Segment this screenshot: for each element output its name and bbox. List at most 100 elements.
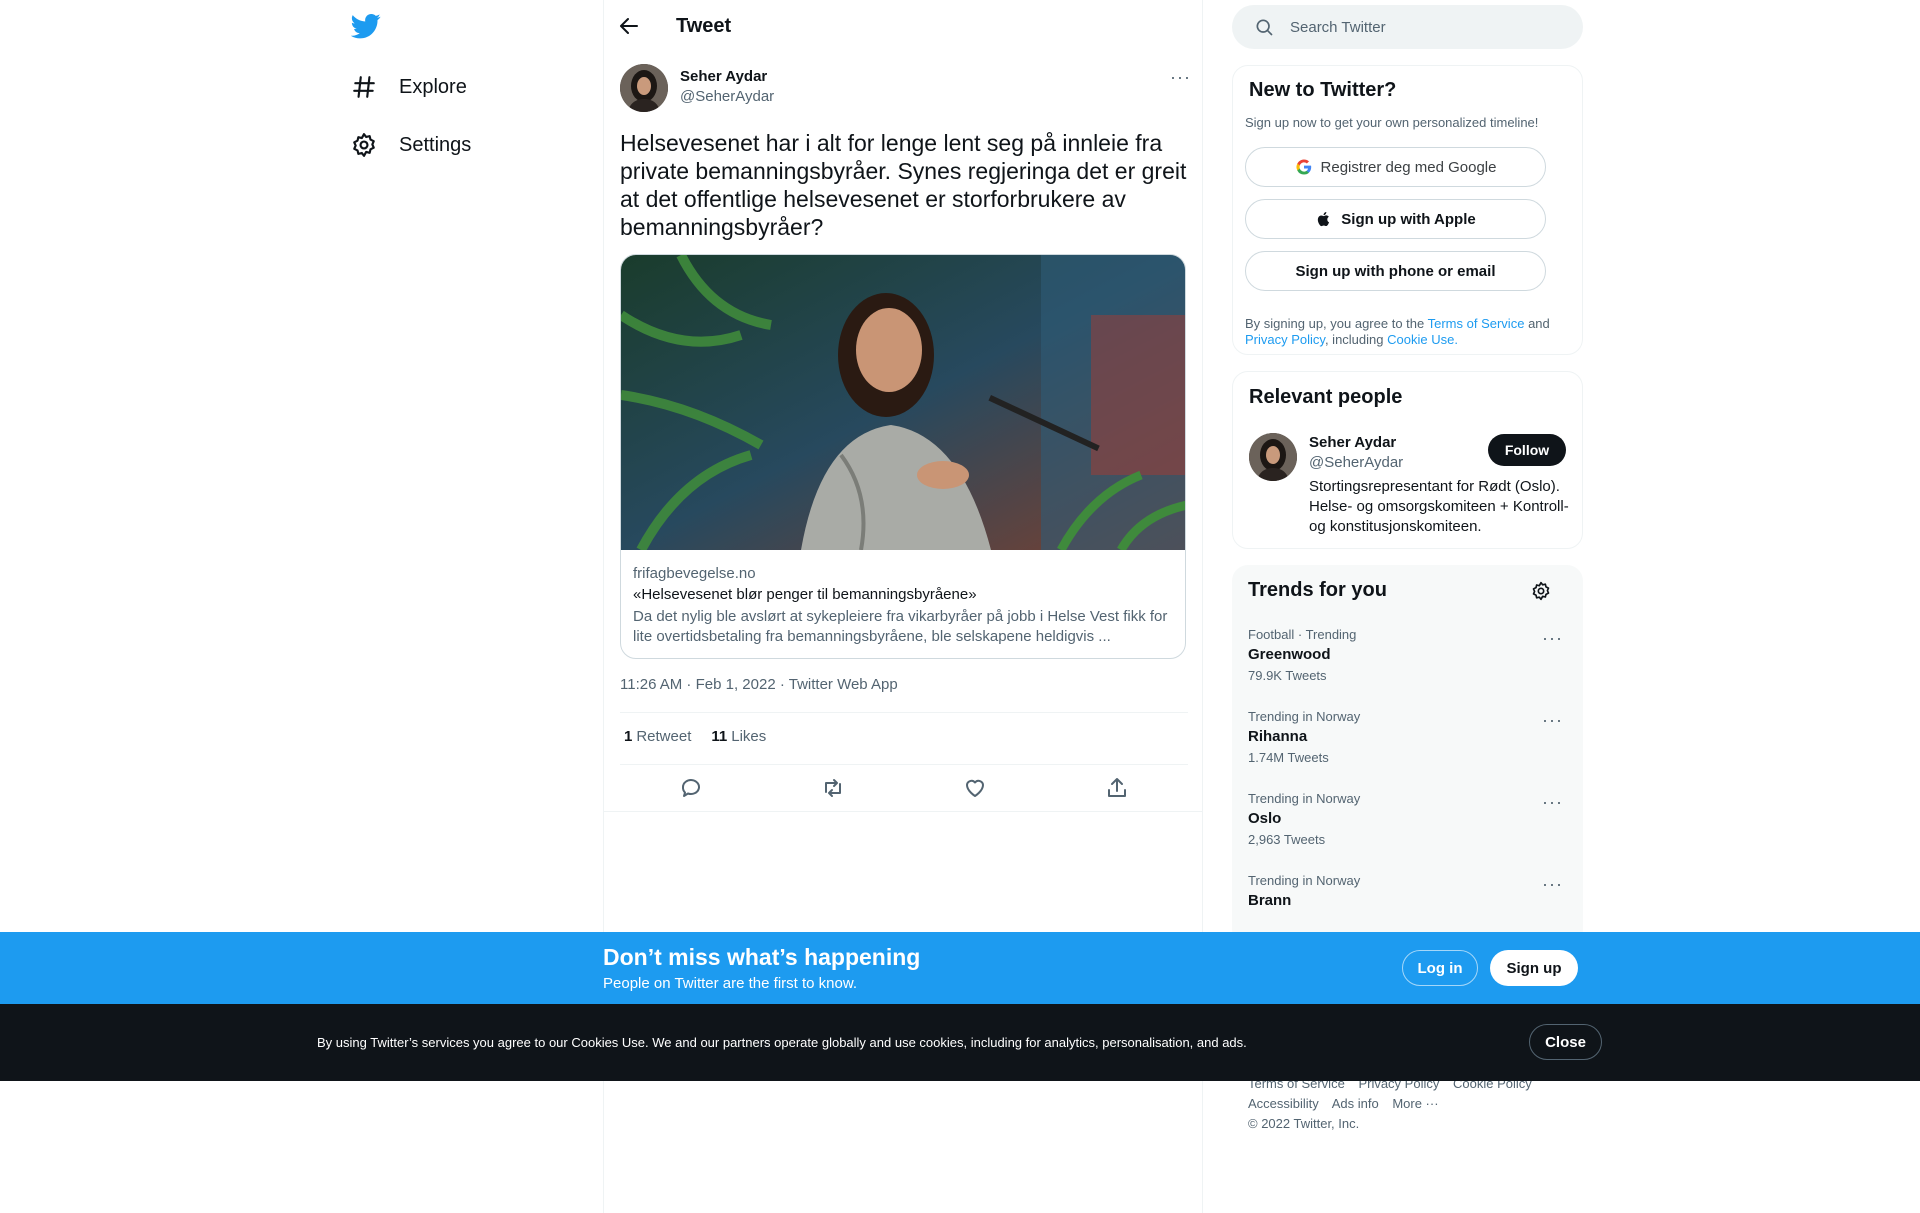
page: Explore Settings Tweet Seher Aydar @Sehe…: [0, 0, 1920, 1213]
relevant-avatar[interactable]: [1249, 433, 1297, 481]
tweet-more-icon[interactable]: ···: [1170, 68, 1191, 86]
relevant-people-title: Relevant people: [1249, 386, 1403, 408]
terms-prefix: By signing up, you agree to the: [1245, 316, 1425, 331]
trend-context: Trending in Norway: [1248, 873, 1361, 888]
terms-including: , including: [1324, 332, 1384, 347]
trend-more-icon[interactable]: ···: [1542, 793, 1563, 811]
trend-count: 2,963 Tweets: [1248, 832, 1326, 847]
footer-link[interactable]: Ads info: [1332, 1096, 1379, 1111]
tweet-meta: 11:26 AM · Feb 1, 2022 · Twitter Web App: [620, 676, 898, 693]
trends-panel: Trends for you Football · Trending Green…: [1232, 565, 1583, 945]
privacy-link[interactable]: Privacy Policy: [1245, 332, 1325, 347]
nav-settings-label: Settings: [399, 133, 472, 156]
trend-name: Brann: [1248, 892, 1292, 909]
login-button[interactable]: Log in: [1402, 950, 1478, 986]
cookie-close-button[interactable]: Close: [1529, 1024, 1602, 1060]
signup-subtitle: Sign up now to get your own personalized…: [1245, 115, 1539, 130]
trend-more-icon[interactable]: ···: [1542, 875, 1563, 893]
nav-settings[interactable]: Settings: [351, 125, 471, 165]
relevant-handle[interactable]: @SeherAydar: [1309, 454, 1403, 471]
footer-link[interactable]: Accessibility: [1248, 1096, 1319, 1111]
card-description: Da det nylig ble avslørt at sykepleiere …: [633, 608, 1168, 645]
hashtag-icon: [353, 76, 375, 98]
footer-link[interactable]: More ···: [1392, 1096, 1438, 1111]
cookie-link[interactable]: Cookie Use.: [1387, 332, 1458, 347]
trends-settings-gear-icon[interactable]: [1531, 581, 1551, 601]
terms-link[interactable]: Terms of Service: [1428, 316, 1525, 331]
tweet-stats: 1 Retweet 11 Likes: [624, 728, 766, 745]
google-signup-label: Registrer deg med Google: [1320, 158, 1497, 176]
bottom-bar-subtitle: People on Twitter are the first to know.: [603, 975, 858, 992]
gear-icon: [353, 133, 375, 157]
trend-count: 79.9K Tweets: [1248, 668, 1327, 683]
relevant-people-panel: Relevant people Seher Aydar @SeherAydar …: [1232, 371, 1583, 549]
back-arrow-icon[interactable]: [617, 14, 641, 38]
cookie-banner: By using Twitter’s services you agree to…: [0, 1004, 1920, 1081]
author-name[interactable]: Seher Aydar: [680, 68, 767, 85]
page-title: Tweet: [676, 15, 732, 37]
author-avatar[interactable]: [620, 64, 668, 112]
search-box[interactable]: [1232, 5, 1583, 49]
reply-icon[interactable]: [679, 776, 703, 800]
phone-signup-label: Sign up with phone or email: [1295, 262, 1496, 280]
apple-signup-label: Sign up with Apple: [1341, 210, 1476, 228]
twitter-logo-icon[interactable]: [351, 11, 381, 41]
trend-item[interactable]: Trending in Norway Oslo 2,963 Tweets ···: [1232, 791, 1583, 873]
terms-and: and: [1528, 316, 1550, 331]
search-icon: [1256, 19, 1273, 36]
like-stat[interactable]: 11 Likes: [711, 728, 766, 745]
trend-item[interactable]: Football · Trending Greenwood 79.9K Twee…: [1232, 627, 1583, 709]
google-icon: [1296, 159, 1311, 175]
cookie-text: By using Twitter’s services you agree to…: [317, 1035, 1247, 1050]
like-icon[interactable]: [963, 776, 987, 800]
retweet-stat[interactable]: 1 Retweet: [624, 728, 691, 745]
signup-button[interactable]: Sign up: [1490, 950, 1578, 986]
retweet-label: Retweet: [636, 728, 692, 745]
trend-context: Trending in Norway: [1248, 709, 1361, 724]
search-input[interactable]: [1290, 5, 1570, 49]
tweet-text: Helsevesenet har i alt for lenge lent se…: [620, 130, 1187, 240]
apple-icon: [1318, 211, 1330, 227]
nav-explore-label: Explore: [399, 75, 467, 98]
trend-item[interactable]: Trending in Norway Rihanna 1.74M Tweets …: [1232, 709, 1583, 791]
share-icon[interactable]: [1105, 776, 1129, 800]
signup-panel: New to Twitter? Sign up now to get your …: [1232, 65, 1583, 355]
link-card[interactable]: frifagbevegelse.no «Helsevesenet blør pe…: [620, 254, 1186, 659]
trend-context: Football · Trending: [1248, 627, 1357, 642]
tweet-source[interactable]: Twitter Web App: [789, 676, 898, 693]
google-signup-button[interactable]: Registrer deg med Google: [1245, 147, 1546, 187]
retweet-count: 1: [624, 728, 633, 745]
divider: [604, 811, 1202, 812]
footer-links-row2: Accessibility Ads info More ···: [1248, 1096, 1449, 1111]
footer-copyright: © 2022 Twitter, Inc.: [1248, 1116, 1360, 1131]
nav-explore[interactable]: Explore: [351, 67, 467, 107]
tweet-actions: [620, 776, 1188, 800]
card-domain: frifagbevegelse.no: [633, 565, 756, 582]
tweet-date[interactable]: Feb 1, 2022: [696, 676, 776, 693]
phone-signup-button[interactable]: Sign up with phone or email: [1245, 251, 1546, 291]
trend-more-icon[interactable]: ···: [1542, 629, 1563, 647]
trend-name: Greenwood: [1248, 646, 1331, 663]
follow-button[interactable]: Follow: [1488, 434, 1566, 466]
relevant-bio: Stortingsrepresentant for Rødt (Oslo). H…: [1309, 478, 1569, 535]
relevant-name[interactable]: Seher Aydar: [1309, 434, 1396, 451]
card-title: «Helsevesenet blør penger til bemannings…: [633, 586, 977, 603]
main-header: Tweet: [604, 0, 1204, 53]
trends-title: Trends for you: [1248, 579, 1387, 601]
retweet-icon[interactable]: [821, 776, 845, 800]
tweet-time[interactable]: 11:26 AM: [620, 676, 682, 693]
card-image: [621, 255, 1185, 550]
divider: [620, 712, 1188, 713]
bottom-bar-title: Don’t miss what’s happening: [603, 944, 921, 970]
signup-title: New to Twitter?: [1249, 79, 1397, 101]
like-count: 11: [711, 728, 728, 745]
trend-context: Trending in Norway: [1248, 791, 1361, 806]
trend-name: Rihanna: [1248, 728, 1308, 745]
like-label: Likes: [731, 728, 767, 745]
divider: [620, 764, 1188, 765]
apple-signup-button[interactable]: Sign up with Apple: [1245, 199, 1546, 239]
trend-more-icon[interactable]: ···: [1542, 711, 1563, 729]
author-handle[interactable]: @SeherAydar: [680, 88, 774, 105]
trend-name: Oslo: [1248, 810, 1282, 827]
trend-count: 1.74M Tweets: [1248, 750, 1329, 765]
